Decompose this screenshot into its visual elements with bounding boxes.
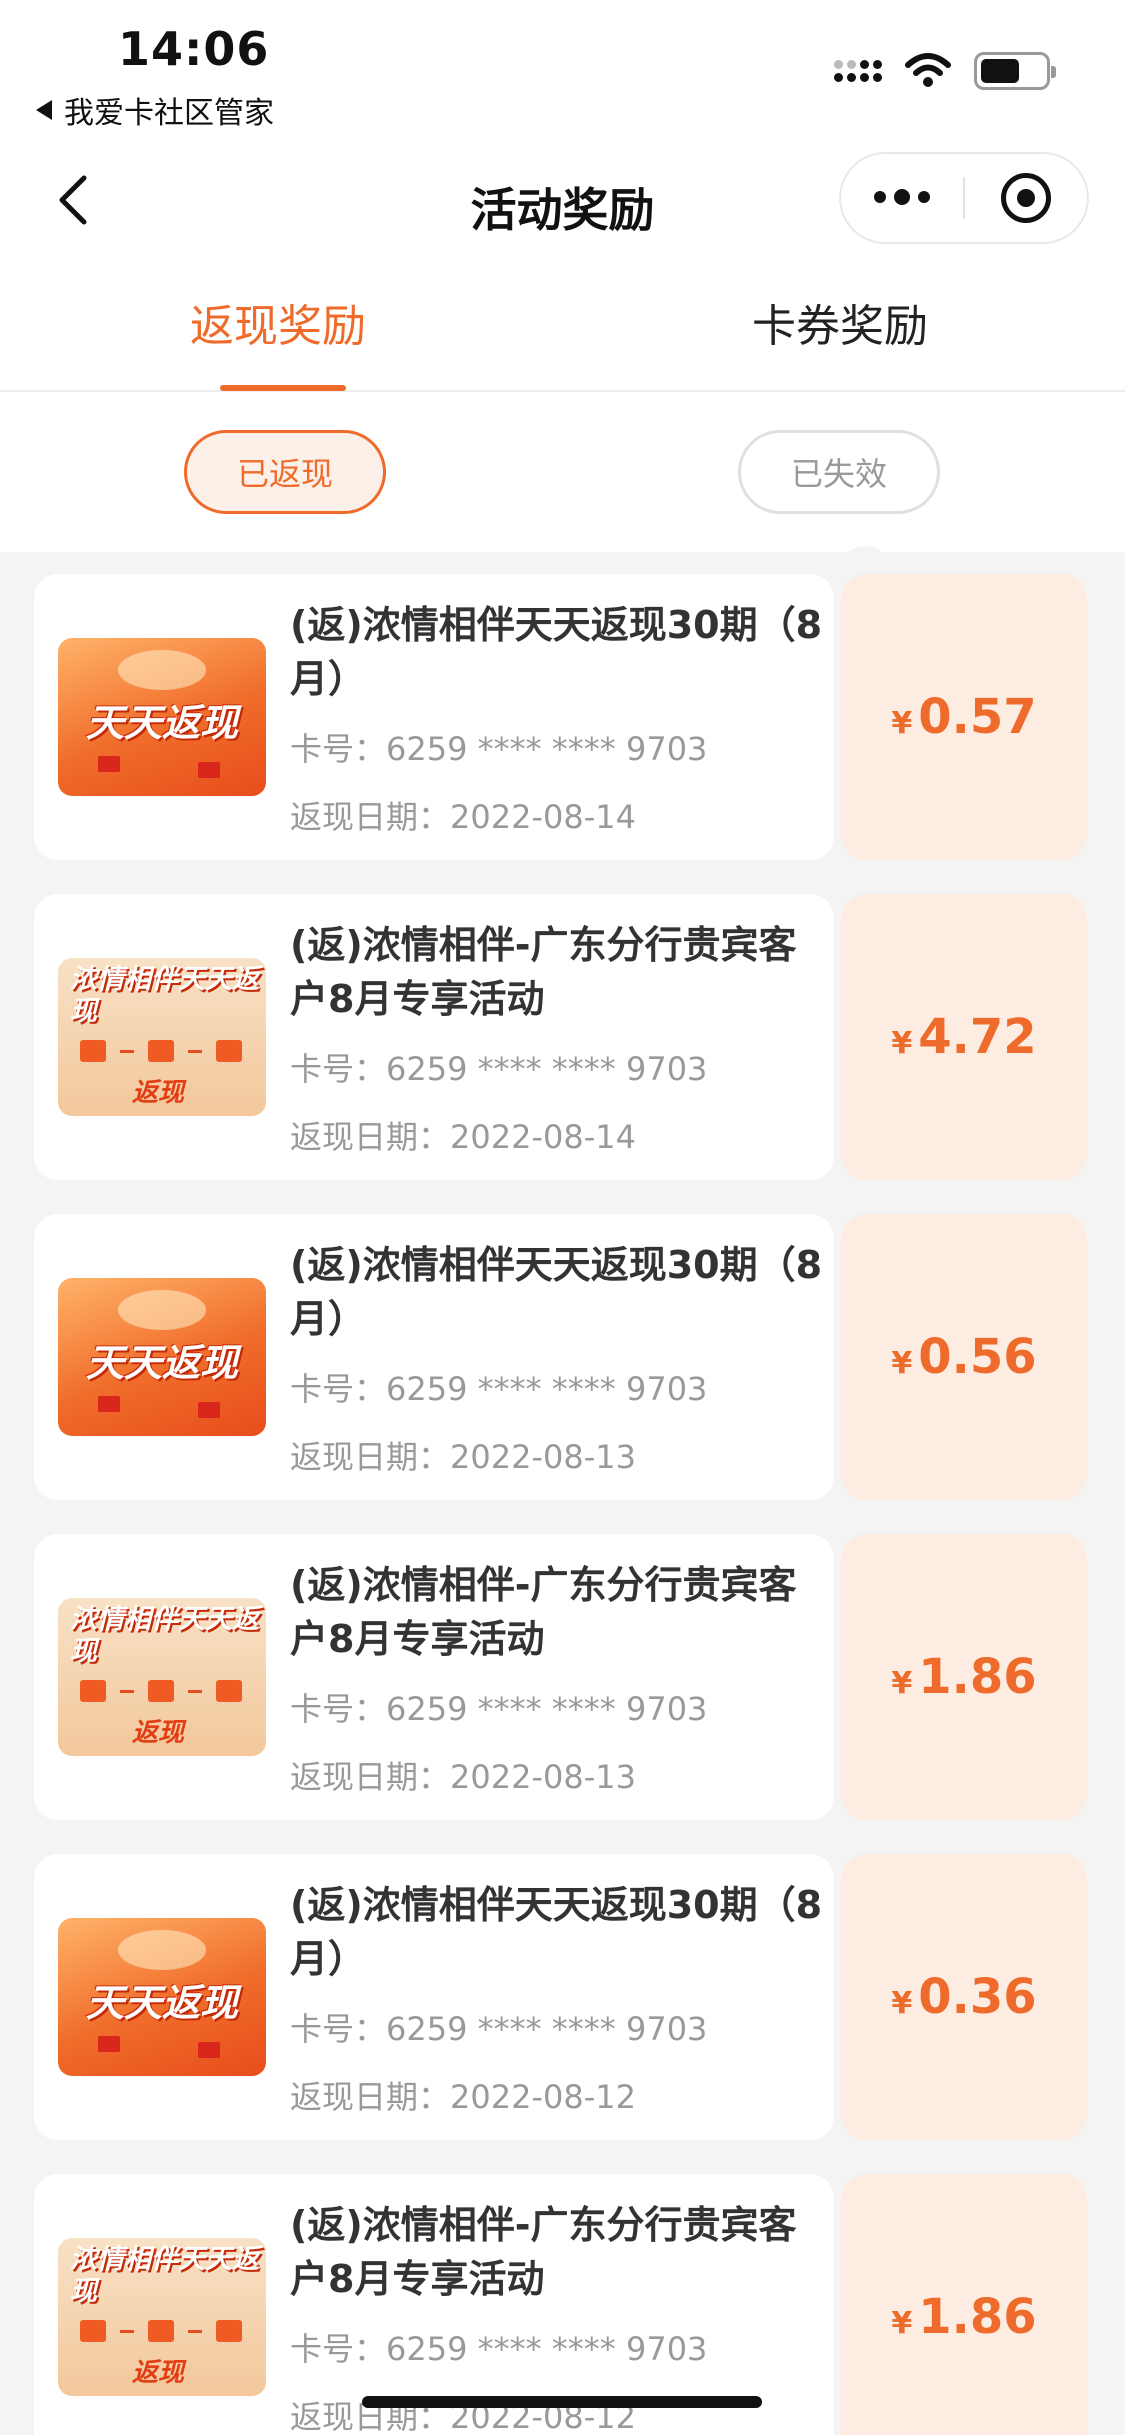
cashback-date-line: 返现日期：2022-08-13 (290, 1758, 636, 1796)
currency-symbol: ¥ (891, 706, 913, 741)
battery-icon (974, 52, 1056, 90)
currency-symbol: ¥ (891, 1666, 913, 1701)
reward-title: (返)浓情相伴-广东分行贵宾客户8月专享活动 (290, 2203, 797, 2301)
card-number-line: 卡号：6259 **** **** 9703 (290, 2010, 708, 2048)
currency-symbol: ¥ (891, 1986, 913, 2021)
reward-card-body: 天天返现 (返)浓情相伴天天返现30期（8月） 卡号：6259 **** ***… (34, 1214, 834, 1500)
reward-thumbnail: 天天返现 (58, 1918, 266, 2076)
back-triangle-icon (36, 100, 52, 120)
reward-amount: 0.36 (918, 1969, 1037, 2025)
home-indicator[interactable] (362, 2396, 762, 2408)
back-to-app-link[interactable]: 我爱卡社区管家 (36, 88, 274, 132)
card-number-line: 卡号：6259 **** **** 9703 (290, 730, 708, 768)
thumbnail-title: 天天返现 (85, 1341, 238, 1385)
reward-title: (返)浓情相伴天天返现30期（8月） (290, 603, 823, 701)
card-number-line: 卡号：6259 **** **** 9703 (290, 1370, 708, 1408)
thumbnail-tag: 返现 (132, 2358, 185, 2388)
tab-coupon-rewards[interactable]: 卡券奖励 (752, 290, 928, 354)
thumbnail-tag: 返现 (132, 1718, 185, 1748)
nav-bar: 活动奖励 (0, 140, 1125, 260)
card-number: 6259 **** **** 9703 (386, 1050, 708, 1088)
card-number: 6259 **** **** 9703 (386, 1370, 708, 1408)
reward-thumbnail: 天天返现 (58, 1278, 266, 1436)
reward-title: (返)浓情相伴天天返现30期（8月） (290, 1243, 823, 1341)
card-number: 6259 **** **** 9703 (386, 1690, 708, 1728)
cellular-signal-icon (834, 60, 882, 82)
reward-card[interactable]: 天天返现 (返)浓情相伴天天返现30期（8月） 卡号：6259 **** ***… (34, 546, 1087, 888)
reward-card[interactable]: 浓情相伴天天返现 返现 (返)浓情相伴-广东分行贵宾客户8月专享活动 卡号：62… (34, 1506, 1087, 1848)
reward-title: (返)浓情相伴-广东分行贵宾客户8月专享活动 (290, 923, 797, 1021)
reward-card[interactable]: 天天返现 (返)浓情相伴天天返现30期（8月） 卡号：6259 **** ***… (34, 1826, 1087, 2168)
cashback-date: 2022-08-14 (450, 1118, 636, 1156)
status-bar: 14:06 我爱卡社区管家 (0, 0, 1125, 140)
reward-thumbnail: 浓情相伴天天返现 返现 (58, 958, 266, 1116)
cashback-date-line: 返现日期：2022-08-14 (290, 798, 636, 836)
reward-amount-panel: ¥1.86 (841, 2174, 1087, 2435)
reward-amount-panel: ¥0.57 (841, 574, 1087, 860)
thumbnail-title: 天天返现 (85, 701, 238, 745)
reward-card-body: 浓情相伴天天返现 返现 (返)浓情相伴-广东分行贵宾客户8月专享活动 卡号：62… (34, 1534, 834, 1820)
wifi-icon (905, 53, 951, 87)
active-tab-indicator (220, 385, 346, 391)
filter-expired[interactable]: 已失效 (738, 430, 940, 514)
cashback-date-line: 返现日期：2022-08-14 (290, 1118, 636, 1156)
card-number: 6259 **** **** 9703 (386, 2330, 708, 2368)
cashback-date-line: 返现日期：2022-08-13 (290, 1438, 636, 1476)
reward-amount-panel: ¥4.72 (841, 894, 1087, 1180)
cashback-date: 2022-08-12 (450, 2078, 636, 2116)
reward-amount: 1.86 (918, 1649, 1037, 1705)
currency-symbol: ¥ (891, 2306, 913, 2341)
reward-amount: 4.72 (918, 1009, 1037, 1065)
status-filters: 已返现 已失效 (0, 392, 1125, 552)
reward-title: (返)浓情相伴天天返现30期（8月） (290, 1883, 823, 1981)
reward-amount: 0.57 (918, 689, 1037, 745)
reward-amount: 1.86 (918, 2289, 1037, 2345)
cashback-date: 2022-08-13 (450, 1758, 636, 1796)
thumbnail-title: 浓情相伴天天返现 (70, 964, 259, 1027)
filter-cashed-back[interactable]: 已返现 (184, 430, 386, 514)
reward-thumbnail: 天天返现 (58, 638, 266, 796)
reward-amount-panel: ¥0.36 (841, 1854, 1087, 2140)
status-time: 14:06 (118, 22, 270, 76)
close-miniprogram-icon[interactable] (965, 173, 1087, 223)
reward-card[interactable]: 浓情相伴天天返现 返现 (返)浓情相伴-广东分行贵宾客户8月专享活动 卡号：62… (34, 866, 1087, 1208)
reward-card-body: 浓情相伴天天返现 返现 (返)浓情相伴-广东分行贵宾客户8月专享活动 卡号：62… (34, 894, 834, 1180)
reward-thumbnail: 浓情相伴天天返现 返现 (58, 2238, 266, 2396)
reward-card-body: 天天返现 (返)浓情相伴天天返现30期（8月） 卡号：6259 **** ***… (34, 574, 834, 860)
card-number-line: 卡号：6259 **** **** 9703 (290, 1050, 708, 1088)
reward-thumbnail: 浓情相伴天天返现 返现 (58, 1598, 266, 1756)
reward-card-body: 天天返现 (返)浓情相伴天天返现30期（8月） 卡号：6259 **** ***… (34, 1854, 834, 2140)
cashback-date: 2022-08-13 (450, 1438, 636, 1476)
currency-symbol: ¥ (891, 1346, 913, 1381)
reward-amount-panel: ¥1.86 (841, 1534, 1087, 1820)
currency-symbol: ¥ (891, 1026, 913, 1061)
card-number: 6259 **** **** 9703 (386, 2010, 708, 2048)
reward-title: (返)浓情相伴-广东分行贵宾客户8月专享活动 (290, 1563, 797, 1661)
reward-amount-panel: ¥0.56 (841, 1214, 1087, 1500)
card-number: 6259 **** **** 9703 (386, 730, 708, 768)
tab-cashback-rewards[interactable]: 返现奖励 (190, 290, 366, 354)
back-app-label: 我爱卡社区管家 (64, 96, 274, 131)
cashback-date-line: 返现日期：2022-08-12 (290, 2078, 636, 2116)
reward-card[interactable]: 天天返现 (返)浓情相伴天天返现30期（8月） 卡号：6259 **** ***… (34, 1186, 1087, 1528)
thumbnail-title: 浓情相伴天天返现 (70, 2244, 259, 2307)
status-icons (834, 52, 1056, 90)
cashback-date: 2022-08-14 (450, 798, 636, 836)
thumbnail-title: 浓情相伴天天返现 (70, 1604, 259, 1667)
thumbnail-tag: 返现 (132, 1078, 185, 1108)
more-menu-icon[interactable] (841, 189, 963, 205)
reward-amount: 0.56 (918, 1329, 1037, 1385)
thumbnail-title: 天天返现 (85, 1981, 238, 2025)
card-number-line: 卡号：6259 **** **** 9703 (290, 1690, 708, 1728)
card-number-line: 卡号：6259 **** **** 9703 (290, 2330, 708, 2368)
miniprogram-capsule (839, 152, 1089, 244)
reward-tabs: 返现奖励 卡券奖励 (0, 260, 1125, 392)
